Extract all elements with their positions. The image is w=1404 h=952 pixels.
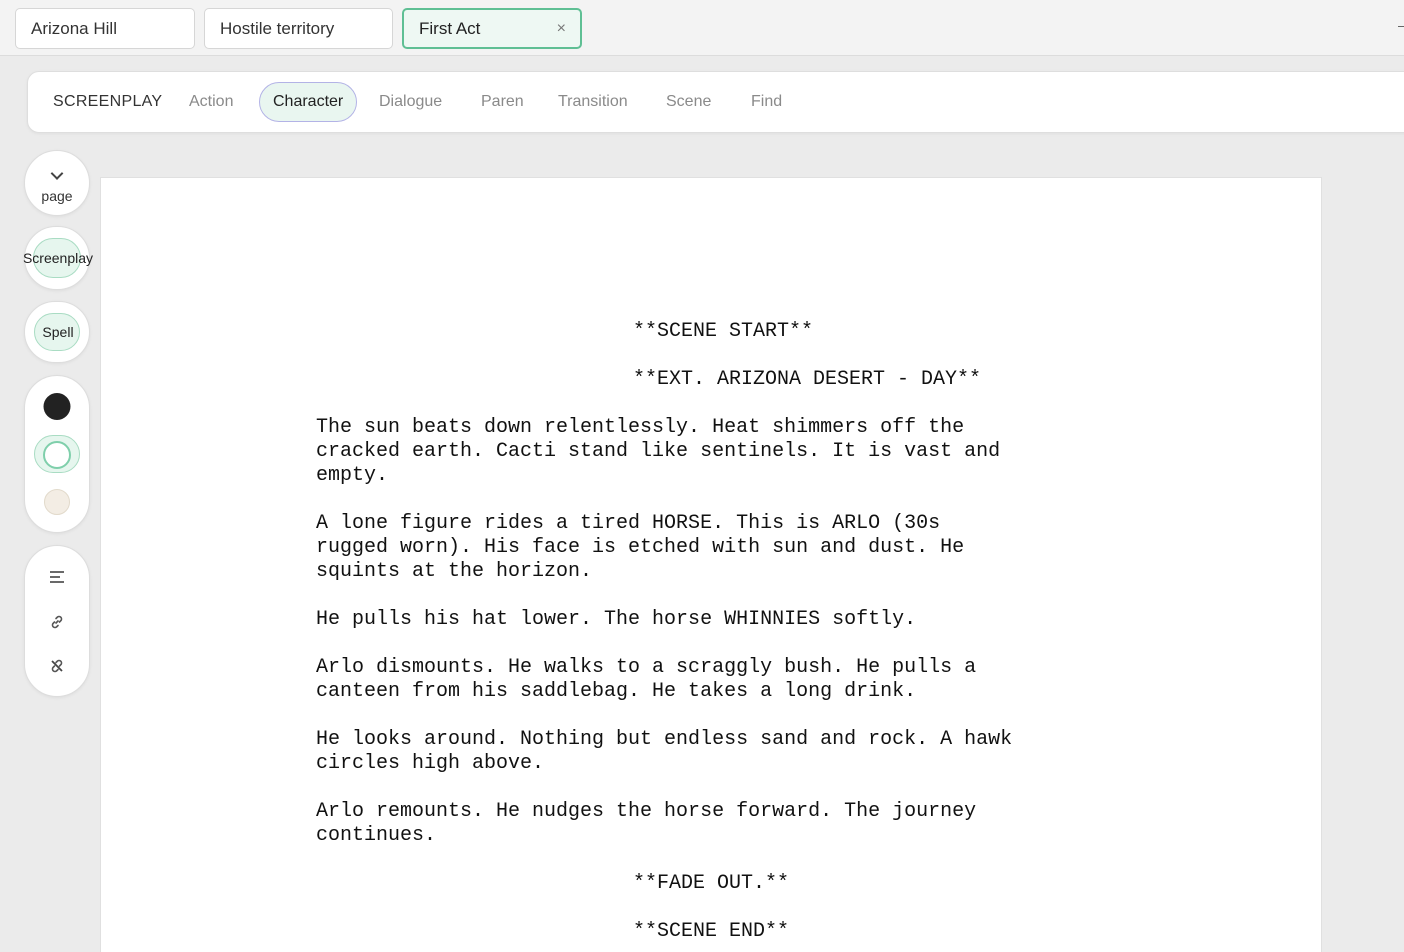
spell-label: Spell bbox=[42, 324, 74, 340]
tab-bar: Arizona Hill Hostile territory First Act… bbox=[0, 0, 1404, 56]
color-swatch-black[interactable] bbox=[43, 393, 71, 420]
page-label: page bbox=[41, 188, 73, 204]
tab-hostile-territory[interactable]: Hostile territory bbox=[204, 8, 393, 49]
action-paragraph: He pulls his hat lower. The horse WHINNI… bbox=[316, 608, 917, 631]
screenplay-brand: SCREENPLAY bbox=[53, 93, 163, 110]
tab-label: First Act bbox=[419, 18, 481, 38]
screenplay-mode-button[interactable]: Screenplay bbox=[23, 226, 93, 290]
close-tab-icon[interactable]: × bbox=[557, 20, 566, 38]
paren-button[interactable]: Paren bbox=[481, 93, 524, 111]
action-paragraph: The sun beats down relentlessly. Heat sh… bbox=[316, 416, 1001, 487]
action-button[interactable]: Action bbox=[189, 93, 233, 111]
fade-out-transition: **FADE OUT.** bbox=[633, 872, 790, 895]
tab-label: Hostile territory bbox=[220, 18, 335, 38]
script-page[interactable]: **SCENE START** **EXT. ARIZONA DESERT - … bbox=[100, 177, 1322, 952]
find-button[interactable]: Find bbox=[751, 93, 782, 111]
action-paragraph: A lone figure rides a tired HORSE. This … bbox=[316, 512, 965, 583]
color-swatch-white[interactable] bbox=[43, 441, 71, 469]
format-toolbar: SCREENPLAY Action Character Dialogue Par… bbox=[27, 71, 1404, 133]
align-icon[interactable] bbox=[49, 570, 65, 584]
dialogue-button[interactable]: Dialogue bbox=[379, 93, 442, 111]
action-paragraph: He looks around. Nothing but endless san… bbox=[316, 728, 1013, 775]
color-swatch-cream[interactable] bbox=[44, 489, 70, 515]
action-paragraph: Arlo dismounts. He walks to a scraggly b… bbox=[316, 656, 977, 703]
scene-button[interactable]: Scene bbox=[666, 93, 711, 111]
screenplay-label: Screenplay bbox=[22, 250, 94, 266]
scene-end-marker: **SCENE END** bbox=[633, 920, 790, 943]
chevron-down-icon bbox=[50, 167, 64, 180]
scene-heading: **EXT. ARIZONA DESERT - DAY** bbox=[633, 368, 982, 391]
tab-first-act[interactable]: First Act × bbox=[402, 8, 582, 49]
transition-button[interactable]: Transition bbox=[558, 93, 628, 111]
page-toggle-button[interactable]: page bbox=[24, 150, 90, 216]
link-icon[interactable] bbox=[49, 614, 65, 630]
spell-check-button[interactable]: Spell bbox=[24, 301, 90, 363]
unlink-icon[interactable] bbox=[49, 658, 65, 674]
tab-label: Arizona Hill bbox=[31, 18, 117, 38]
tool-icons bbox=[24, 545, 90, 697]
tab-arizona-hill[interactable]: Arizona Hill bbox=[15, 8, 195, 49]
action-paragraph: Arlo remounts. He nudges the horse forwa… bbox=[316, 800, 977, 847]
overflow-indicator bbox=[1398, 26, 1404, 27]
color-picker bbox=[24, 375, 90, 533]
scene-start-marker: **SCENE START** bbox=[633, 320, 814, 343]
character-button[interactable]: Character bbox=[259, 82, 358, 122]
